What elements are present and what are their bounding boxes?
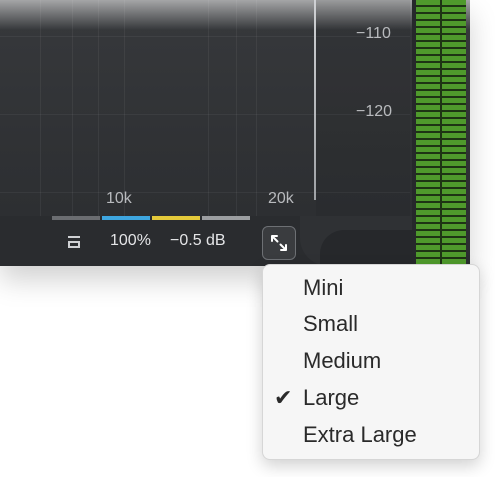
grid-line xyxy=(98,0,99,216)
plugin-window: −110 −120 10k 20k 100% −0.5 dB xyxy=(0,0,470,266)
zoom-readout[interactable]: 100% xyxy=(110,232,151,250)
meter-divider xyxy=(440,0,442,266)
resize-arrows-icon xyxy=(271,235,287,251)
menu-item-label: Mini xyxy=(303,275,344,300)
freq-label: 20k xyxy=(268,190,294,207)
band-strip[interactable] xyxy=(202,216,250,220)
grid-line xyxy=(124,0,125,216)
menu-item-label: Medium xyxy=(303,348,382,373)
band-strip[interactable] xyxy=(152,216,200,220)
size-menu: Mini Small Medium ✔ Large Extra Large xyxy=(262,264,480,460)
menu-item-label: Small xyxy=(303,311,359,336)
cutoff-line xyxy=(314,0,316,200)
grid-line xyxy=(256,0,257,216)
grid-line xyxy=(236,0,237,216)
menu-item-medium[interactable]: Medium xyxy=(263,342,479,378)
menu-item-small[interactable]: Small xyxy=(263,305,479,341)
grid-line xyxy=(40,0,41,216)
resize-button[interactable] xyxy=(262,226,296,260)
grid-line xyxy=(208,0,209,216)
dock-icon[interactable] xyxy=(68,236,80,248)
panel-corner-inner xyxy=(320,230,412,266)
menu-item-large[interactable]: ✔ Large xyxy=(263,379,479,415)
freq-label: 10k xyxy=(106,190,132,207)
checkmark-icon: ✔ xyxy=(274,385,293,410)
gain-readout[interactable]: −0.5 dB xyxy=(170,232,226,250)
menu-item-label: Large xyxy=(303,385,360,410)
menu-item-label: Extra Large xyxy=(303,422,417,447)
menu-item-mini[interactable]: Mini xyxy=(263,269,479,305)
db-label: −110 xyxy=(356,25,391,42)
grid-line xyxy=(72,0,73,216)
db-label: −120 xyxy=(356,103,393,120)
band-strip[interactable] xyxy=(102,216,150,220)
band-strip[interactable] xyxy=(52,216,100,220)
menu-item-extra-large[interactable]: Extra Large xyxy=(263,416,479,452)
